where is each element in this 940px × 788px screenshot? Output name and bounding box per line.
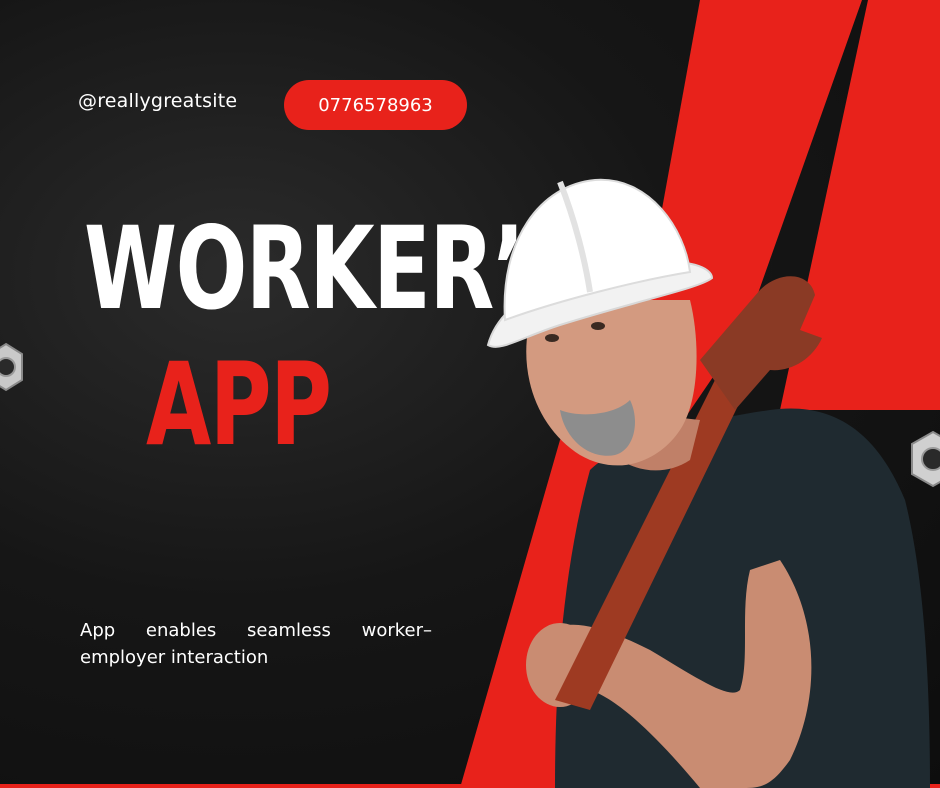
worker-photo <box>486 178 930 788</box>
